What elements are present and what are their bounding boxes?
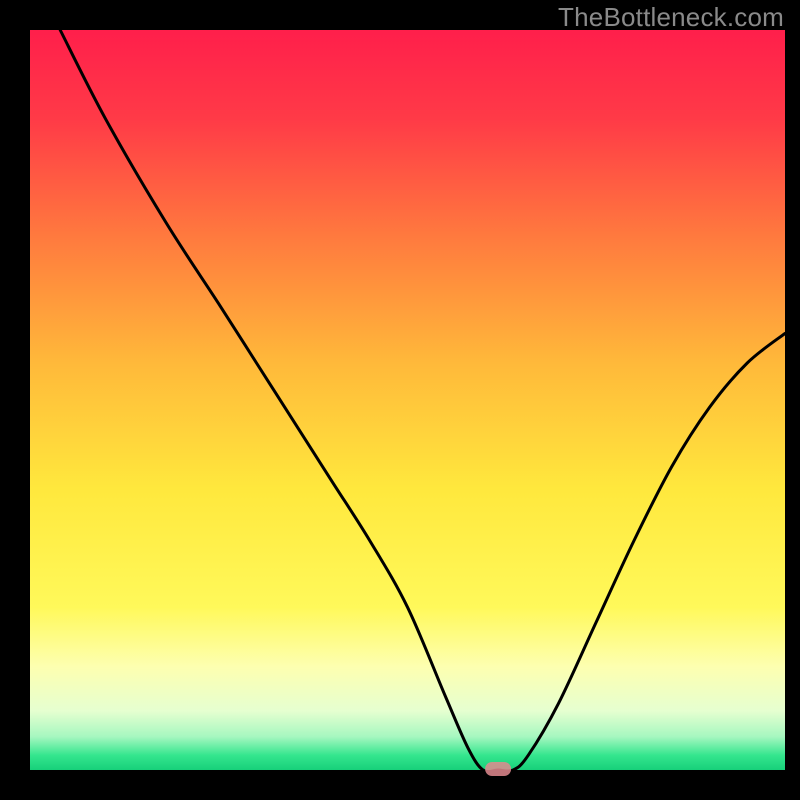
watermark-text: TheBottleneck.com xyxy=(558,2,784,33)
chart-svg xyxy=(0,0,800,800)
plot-background xyxy=(30,30,785,770)
optimal-marker xyxy=(485,762,511,776)
bottleneck-chart: TheBottleneck.com xyxy=(0,0,800,800)
